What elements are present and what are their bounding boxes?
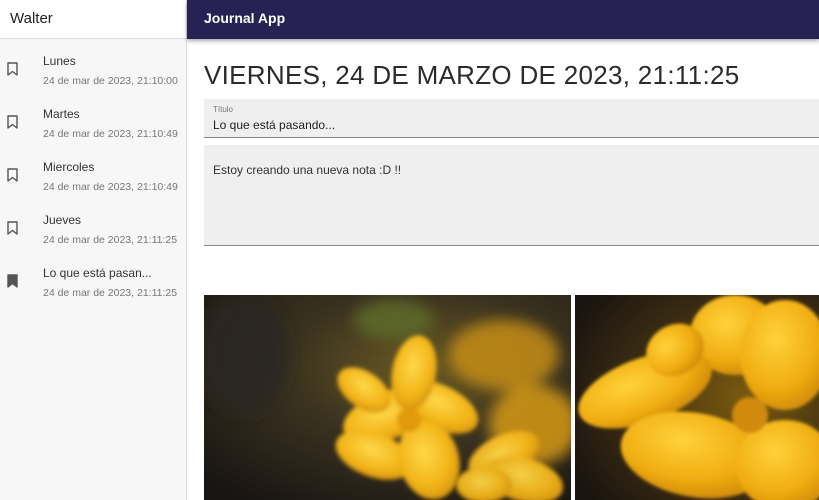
flower-photo[interactable] (204, 295, 571, 500)
bookmark-icon (7, 274, 18, 288)
bookmark-border-icon (7, 221, 18, 235)
flower-closeup-art (575, 295, 819, 500)
title-field[interactable]: Título Lo que está pasando... (204, 99, 819, 138)
sidebar-entry-active[interactable]: Lo que está pasan... 24 de mar de 2023, … (0, 251, 186, 304)
entry-date: 24 de mar de 2023, 21:11:25 (43, 287, 178, 299)
entry-date: 24 de mar de 2023, 21:10:49 (43, 181, 178, 193)
note-view: VIERNES, 24 DE MARZO DE 2023, 21:11:25 T… (187, 39, 819, 500)
bookmark-border-icon (7, 62, 18, 76)
bookmark-border-icon (7, 115, 18, 129)
body-field[interactable]: Estoy creando una nueva nota :D !! (204, 145, 819, 246)
entry-title: Miercoles (43, 160, 95, 174)
sidebar: Walter Lunes 24 de mar de 2023, 21:10:00… (0, 0, 187, 500)
flower-closeup-photo[interactable] (575, 295, 819, 500)
body-field-value[interactable]: Estoy creando una nueva nota :D !! (213, 163, 401, 177)
bookmark-border-icon (7, 168, 18, 182)
entry-date: 24 de mar de 2023, 21:10:00 (43, 75, 178, 87)
note-date-heading: VIERNES, 24 DE MARZO DE 2023, 21:11:25 (204, 60, 740, 90)
user-name: Walter (0, 0, 186, 39)
app-title: Journal App (204, 10, 286, 26)
flower-photo-art (204, 295, 571, 500)
entry-title: Martes (43, 107, 80, 121)
title-field-value[interactable]: Lo que está pasando... (213, 118, 335, 132)
entry-date: 24 de mar de 2023, 21:10:49 (43, 128, 178, 140)
sidebar-entry-miercoles[interactable]: Miercoles 24 de mar de 2023, 21:10:49 (0, 145, 186, 198)
sidebar-entry-martes[interactable]: Martes 24 de mar de 2023, 21:10:49 (0, 92, 186, 145)
title-field-label: Título (213, 105, 234, 114)
sidebar-entry-lunes[interactable]: Lunes 24 de mar de 2023, 21:10:00 (0, 39, 186, 92)
entry-title: Lo que está pasan... (43, 266, 152, 280)
image-gallery (204, 295, 819, 500)
sidebar-entry-jueves[interactable]: Jueves 24 de mar de 2023, 21:11:25 (0, 198, 186, 251)
entry-date: 24 de mar de 2023, 21:11:25 (43, 234, 178, 246)
app-bar: Journal App (187, 0, 819, 39)
entry-title: Lunes (43, 54, 76, 68)
entry-title: Jueves (43, 213, 82, 227)
